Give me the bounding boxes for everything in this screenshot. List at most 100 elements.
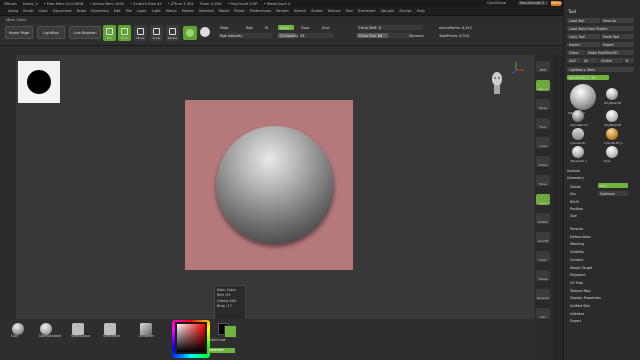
- goz-all-button[interactable]: All: [582, 58, 598, 63]
- right-shelf-persp-button[interactable]: Persp: [536, 99, 550, 110]
- edit-tool-button[interactable]: Edit: [103, 25, 116, 41]
- copy-tool-button[interactable]: Copy Tool: [567, 34, 600, 39]
- menu-item-material[interactable]: Material: [199, 9, 214, 13]
- right-shelf-line-fill-button[interactable]: Line Fill: [536, 232, 550, 243]
- right-shelf-move-button[interactable]: Move: [536, 175, 550, 186]
- save-as-button[interactable]: Save As: [601, 18, 634, 23]
- menu-item-alpha[interactable]: Alpha: [8, 9, 18, 13]
- current-tool-slider[interactable]: Sphere3D_1. 48: [567, 75, 609, 80]
- right-shelf-local-button[interactable]: Local: [536, 137, 550, 148]
- z-intensity-slider[interactable]: Z Intensity 25: [278, 33, 334, 38]
- right-shelf-solo-button[interactable]: Solo: [536, 308, 550, 319]
- menu-item-dynamics[interactable]: Dynamics: [91, 9, 109, 13]
- goz-r-button[interactable]: R: [624, 58, 634, 63]
- section-unified-skin[interactable]: Unified Skin: [570, 304, 590, 308]
- tool-thumbnail[interactable]: [570, 84, 596, 110]
- lightbox-tools-button[interactable]: Lightbox ▸ Tools: [567, 67, 634, 72]
- focal-shift-slider[interactable]: Focal Shift 0: [357, 25, 423, 30]
- right-shelf-spix-3-button[interactable]: SPix 3: [536, 80, 550, 91]
- section-initialize[interactable]: Initialize: [570, 312, 584, 316]
- see-through-slider[interactable]: See-through 0: [518, 1, 548, 5]
- menu-item-render[interactable]: Render: [276, 9, 289, 13]
- section-texture-map[interactable]: Texture Map: [570, 289, 591, 293]
- live-boolean-button[interactable]: Live Boolean: [69, 26, 101, 39]
- subtool-section[interactable]: Subtool: [567, 169, 580, 173]
- quicksave-button[interactable]: QuickSave: [487, 1, 506, 5]
- reuv-button[interactable]: ReUV: [570, 200, 579, 204]
- draw-tool-button[interactable]: Draw: [118, 25, 131, 41]
- tool-thumbnail[interactable]: [606, 88, 618, 100]
- zcut-toggle[interactable]: Zcut: [320, 25, 334, 30]
- lightbox-button[interactable]: LightBox: [37, 26, 65, 39]
- right-shelf-scale-button[interactable]: Scale: [536, 194, 550, 205]
- m-toggle[interactable]: M: [263, 25, 271, 30]
- section-visibility[interactable]: Visibility: [570, 250, 584, 254]
- load-tools-from-project-button[interactable]: Load Tools From Project: [567, 26, 634, 31]
- alpha-preview[interactable]: [18, 61, 60, 103]
- scale-tool-button[interactable]: Scale: [150, 25, 163, 41]
- tool-thumbnail[interactable]: [606, 128, 618, 140]
- right-shelf-transp-button[interactable]: Transp: [536, 270, 550, 281]
- paste-tool-button[interactable]: Paste Tool: [601, 34, 634, 39]
- menu-item-stencil[interactable]: Stencil: [294, 9, 306, 13]
- optimize-button[interactable]: Optimize: [598, 191, 628, 196]
- tray-divider[interactable]: [553, 55, 563, 360]
- rgb-intensity-slider[interactable]: Rgb Intensity: [218, 33, 272, 38]
- menu-item-zplugin[interactable]: Zplugin: [381, 9, 395, 13]
- mrgb-toggle[interactable]: Mrgb: [218, 25, 234, 30]
- menu-item-layer[interactable]: Layer: [137, 9, 147, 13]
- tool-thumbnail[interactable]: [572, 146, 584, 158]
- section-preview[interactable]: Preview: [570, 227, 583, 231]
- right-shelf-dynamic-button[interactable]: Dynamic: [536, 289, 550, 300]
- zsub-toggle[interactable]: Zsub: [299, 25, 313, 30]
- size-section[interactable]: Size: [570, 214, 577, 218]
- section-display-properties[interactable]: Display Properties: [570, 296, 601, 300]
- right-shelf-polyf-button[interactable]: PolyF: [536, 251, 550, 262]
- tool-thumbnail[interactable]: [606, 110, 618, 122]
- menu-item-light[interactable]: Light: [152, 9, 161, 13]
- right-shelf-rotate-button[interactable]: Rotate: [536, 213, 550, 224]
- menu-item-brush[interactable]: Brush: [23, 9, 33, 13]
- menu-item-movie[interactable]: Movie: [219, 9, 230, 13]
- menu-item-tool[interactable]: Tool: [346, 9, 353, 13]
- section-export[interactable]: Export: [570, 319, 581, 323]
- menu-item-macro[interactable]: Macro: [166, 9, 177, 13]
- menu-item-texture[interactable]: Texture: [328, 9, 341, 13]
- section-masking[interactable]: Masking: [570, 242, 584, 246]
- right-shelf-floor-button[interactable]: Floor: [536, 118, 550, 129]
- import-button[interactable]: Import: [567, 42, 600, 47]
- axis-gizmo-icon[interactable]: [510, 60, 526, 76]
- smt-toggle[interactable]: Smt: [598, 183, 628, 188]
- section-morph-target[interactable]: Morph Target: [570, 266, 592, 270]
- menu-item-color[interactable]: Color: [39, 9, 48, 13]
- export-button[interactable]: Export: [601, 42, 634, 47]
- right-shelf-bpr-button[interactable]: BPR: [536, 61, 550, 72]
- geometry-section[interactable]: Geometry: [567, 176, 584, 180]
- menu-item-document[interactable]: Document: [53, 9, 72, 13]
- move-tool-button[interactable]: Move: [134, 25, 147, 41]
- load-tool-button[interactable]: Load Tool: [567, 18, 600, 23]
- rotate-tool-button[interactable]: Rotate: [166, 25, 179, 41]
- navigation-head-icon[interactable]: [489, 68, 505, 98]
- suv-toggle[interactable]: Suv: [570, 192, 576, 196]
- draw-size-slider[interactable]: Draw Size 64: [357, 33, 413, 38]
- section-uv-map[interactable]: UV Map: [570, 281, 583, 285]
- menu-item-marker[interactable]: Marker: [182, 9, 194, 13]
- menu-item-preferences[interactable]: Preferences: [250, 9, 271, 13]
- section-deformation[interactable]: Deformation: [570, 235, 591, 239]
- position-section[interactable]: Position: [570, 207, 583, 211]
- switch-color-button[interactable]: SwitchColor: [207, 338, 226, 342]
- alternate-button[interactable]: Alternate: [207, 348, 235, 353]
- menu-item-zscript[interactable]: Zscript: [399, 9, 411, 13]
- dynamic-toggle[interactable]: Dynamic: [407, 33, 429, 38]
- home-page-button[interactable]: Home Page: [5, 26, 33, 39]
- divide-button[interactable]: Divide: [570, 185, 581, 189]
- menu-item-file[interactable]: File: [126, 9, 132, 13]
- tool-thumbnail[interactable]: [606, 146, 618, 158]
- rgb-toggle[interactable]: Rgb: [244, 25, 256, 30]
- zadd-toggle[interactable]: Zadd: [278, 25, 294, 30]
- tool-thumbnail[interactable]: [572, 128, 584, 140]
- menus-button[interactable]: Menus: [551, 1, 562, 6]
- color-picker-square[interactable]: [175, 322, 207, 354]
- menu-item-transform[interactable]: Transform: [358, 9, 376, 13]
